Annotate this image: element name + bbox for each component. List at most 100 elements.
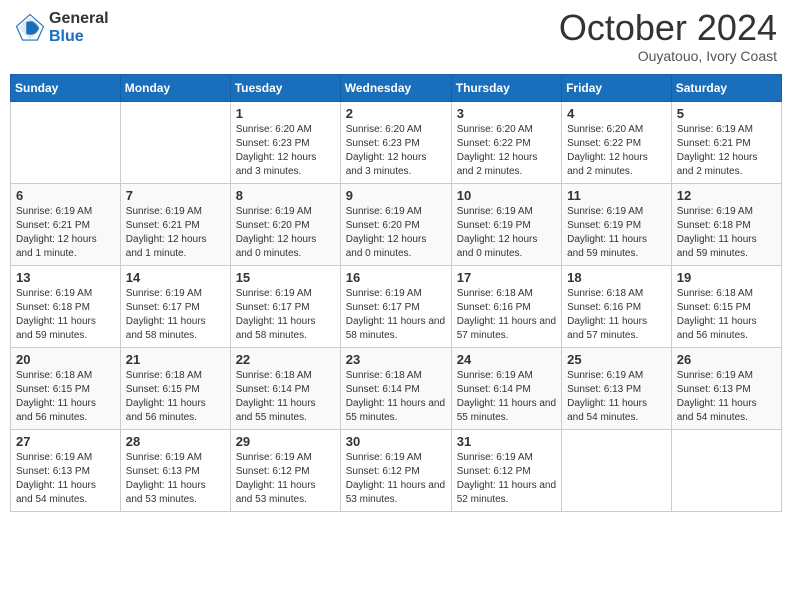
day-number: 10 (457, 188, 556, 203)
calendar-cell: 14 Sunrise: 6:19 AMSunset: 6:17 PMDayligh… (120, 266, 230, 348)
calendar-cell: 26 Sunrise: 6:19 AMSunset: 6:13 PMDayligh… (671, 348, 781, 430)
day-info: Sunrise: 6:19 AMSunset: 6:21 PMDaylight:… (126, 205, 225, 261)
calendar-cell: 19 Sunrise: 6:18 AMSunset: 6:15 PMDayligh… (671, 266, 781, 348)
day-info: Sunrise: 6:19 AMSunset: 6:19 PMDaylight:… (567, 205, 666, 261)
day-info: Sunrise: 6:18 AMSunset: 6:15 PMDaylight:… (677, 287, 776, 343)
day-info: Sunrise: 6:20 AMSunset: 6:22 PMDaylight:… (457, 123, 556, 179)
calendar-cell (562, 430, 672, 512)
calendar-body: 1 Sunrise: 6:20 AMSunset: 6:23 PMDaylight… (11, 102, 782, 512)
weekday-header-row: SundayMondayTuesdayWednesdayThursdayFrid… (11, 75, 782, 102)
weekday-header-friday: Friday (562, 75, 672, 102)
day-info: Sunrise: 6:19 AMSunset: 6:20 PMDaylight:… (236, 205, 335, 261)
day-number: 19 (677, 270, 776, 285)
day-info: Sunrise: 6:19 AMSunset: 6:13 PMDaylight:… (567, 369, 666, 425)
calendar-cell: 10 Sunrise: 6:19 AMSunset: 6:19 PMDayligh… (451, 184, 561, 266)
calendar-cell: 5Sunrise: 6:19 AMSunset: 6:21 PMDaylight… (671, 102, 781, 184)
calendar-cell: 11Sunrise: 6:19 AMSunset: 6:19 PMDayligh… (562, 184, 672, 266)
day-number: 24 (457, 352, 556, 367)
calendar-week-4: 20 Sunrise: 6:18 AMSunset: 6:15 PMDayligh… (11, 348, 782, 430)
day-number: 25 (567, 352, 666, 367)
calendar-cell: 9 Sunrise: 6:19 AMSunset: 6:20 PMDaylight… (340, 184, 451, 266)
day-number: 22 (236, 352, 335, 367)
day-info: Sunrise: 6:19 AMSunset: 6:17 PMDaylight:… (236, 287, 335, 343)
day-info: Sunrise: 6:20 AMSunset: 6:23 PMDaylight:… (236, 123, 335, 179)
day-info: Sunrise: 6:18 AMSunset: 6:16 PMDaylight:… (457, 287, 556, 343)
page-header: General Blue October 2024 Ouyatouo, Ivor… (10, 10, 782, 64)
day-number: 18 (567, 270, 666, 285)
day-info: Sunrise: 6:20 AMSunset: 6:22 PMDaylight:… (567, 123, 666, 179)
day-info: Sunrise: 6:18 AMSunset: 6:14 PMDaylight:… (236, 369, 335, 425)
logo-text: General Blue (49, 10, 109, 46)
day-info: Sunrise: 6:19 AMSunset: 6:13 PMDaylight:… (126, 451, 225, 507)
day-info: Sunrise: 6:19 AMSunset: 6:12 PMDaylight:… (346, 451, 446, 507)
day-info: Sunrise: 6:19 AMSunset: 6:19 PMDaylight:… (457, 205, 556, 261)
calendar-table: SundayMondayTuesdayWednesdayThursdayFrid… (10, 74, 782, 512)
weekday-header-saturday: Saturday (671, 75, 781, 102)
calendar-cell: 17 Sunrise: 6:18 AMSunset: 6:16 PMDayligh… (451, 266, 561, 348)
weekday-header-sunday: Sunday (11, 75, 121, 102)
weekday-header-wednesday: Wednesday (340, 75, 451, 102)
calendar-cell: 12 Sunrise: 6:19 AMSunset: 6:18 PMDayligh… (671, 184, 781, 266)
calendar-cell: 1 Sunrise: 6:20 AMSunset: 6:23 PMDaylight… (230, 102, 340, 184)
weekday-header-tuesday: Tuesday (230, 75, 340, 102)
day-info: Sunrise: 6:19 AMSunset: 6:18 PMDaylight:… (16, 287, 115, 343)
calendar-cell: 22 Sunrise: 6:18 AMSunset: 6:14 PMDayligh… (230, 348, 340, 430)
calendar-week-5: 27 Sunrise: 6:19 AMSunset: 6:13 PMDayligh… (11, 430, 782, 512)
month-title: October 2024 (559, 10, 777, 46)
calendar-cell: 7 Sunrise: 6:19 AMSunset: 6:21 PMDaylight… (120, 184, 230, 266)
day-number: 8 (236, 188, 335, 203)
calendar-cell: 16Sunrise: 6:19 AMSunset: 6:17 PMDayligh… (340, 266, 451, 348)
day-info: Sunrise: 6:20 AMSunset: 6:23 PMDaylight:… (346, 123, 446, 179)
day-info: Sunrise: 6:19 AMSunset: 6:21 PMDaylight:… (677, 123, 776, 179)
day-info: Sunrise: 6:19 AMSunset: 6:13 PMDaylight:… (16, 451, 115, 507)
calendar-cell: 13 Sunrise: 6:19 AMSunset: 6:18 PMDayligh… (11, 266, 121, 348)
day-info: Sunrise: 6:18 AMSunset: 6:14 PMDaylight:… (346, 369, 446, 425)
day-info: Sunrise: 6:18 AMSunset: 6:15 PMDaylight:… (126, 369, 225, 425)
day-info: Sunrise: 6:19 AMSunset: 6:17 PMDaylight:… (126, 287, 225, 343)
day-info: Sunrise: 6:18 AMSunset: 6:16 PMDaylight:… (567, 287, 666, 343)
calendar-cell (11, 102, 121, 184)
title-area: October 2024 Ouyatouo, Ivory Coast (559, 10, 777, 64)
day-number: 21 (126, 352, 225, 367)
day-number: 15 (236, 270, 335, 285)
logo-icon (15, 13, 45, 43)
weekday-header-thursday: Thursday (451, 75, 561, 102)
day-info: Sunrise: 6:19 AMSunset: 6:14 PMDaylight:… (457, 369, 556, 425)
day-info: Sunrise: 6:18 AMSunset: 6:15 PMDaylight:… (16, 369, 115, 425)
day-number: 13 (16, 270, 115, 285)
logo-general: General (49, 10, 109, 27)
day-number: 14 (126, 270, 225, 285)
day-number: 17 (457, 270, 556, 285)
location-subtitle: Ouyatouo, Ivory Coast (559, 48, 777, 64)
day-number: 23 (346, 352, 446, 367)
day-number: 27 (16, 434, 115, 449)
calendar-cell: 6Sunrise: 6:19 AMSunset: 6:21 PMDaylight… (11, 184, 121, 266)
calendar-cell: 25 Sunrise: 6:19 AMSunset: 6:13 PMDayligh… (562, 348, 672, 430)
calendar-cell: 29Sunrise: 6:19 AMSunset: 6:12 PMDayligh… (230, 430, 340, 512)
calendar-cell: 27 Sunrise: 6:19 AMSunset: 6:13 PMDayligh… (11, 430, 121, 512)
day-number: 9 (346, 188, 446, 203)
calendar-week-3: 13 Sunrise: 6:19 AMSunset: 6:18 PMDayligh… (11, 266, 782, 348)
calendar-cell: 15 Sunrise: 6:19 AMSunset: 6:17 PMDayligh… (230, 266, 340, 348)
weekday-header-monday: Monday (120, 75, 230, 102)
day-info: Sunrise: 6:19 AMSunset: 6:13 PMDaylight:… (677, 369, 776, 425)
calendar-cell: 21 Sunrise: 6:18 AMSunset: 6:15 PMDayligh… (120, 348, 230, 430)
day-info: Sunrise: 6:19 AMSunset: 6:21 PMDaylight:… (16, 205, 115, 261)
day-number: 3 (457, 106, 556, 121)
day-number: 7 (126, 188, 225, 203)
calendar-week-2: 6Sunrise: 6:19 AMSunset: 6:21 PMDaylight… (11, 184, 782, 266)
day-info: Sunrise: 6:19 AMSunset: 6:18 PMDaylight:… (677, 205, 776, 261)
calendar-header: SundayMondayTuesdayWednesdayThursdayFrid… (11, 75, 782, 102)
day-info: Sunrise: 6:19 AMSunset: 6:12 PMDaylight:… (457, 451, 556, 507)
day-number: 1 (236, 106, 335, 121)
day-number: 26 (677, 352, 776, 367)
calendar-cell: 28Sunrise: 6:19 AMSunset: 6:13 PMDayligh… (120, 430, 230, 512)
day-info: Sunrise: 6:19 AMSunset: 6:20 PMDaylight:… (346, 205, 446, 261)
calendar-cell: 31 Sunrise: 6:19 AMSunset: 6:12 PMDayligh… (451, 430, 561, 512)
day-number: 31 (457, 434, 556, 449)
day-number: 12 (677, 188, 776, 203)
calendar-cell: 20 Sunrise: 6:18 AMSunset: 6:15 PMDayligh… (11, 348, 121, 430)
logo: General Blue (15, 10, 109, 46)
day-number: 29 (236, 434, 335, 449)
day-number: 20 (16, 352, 115, 367)
